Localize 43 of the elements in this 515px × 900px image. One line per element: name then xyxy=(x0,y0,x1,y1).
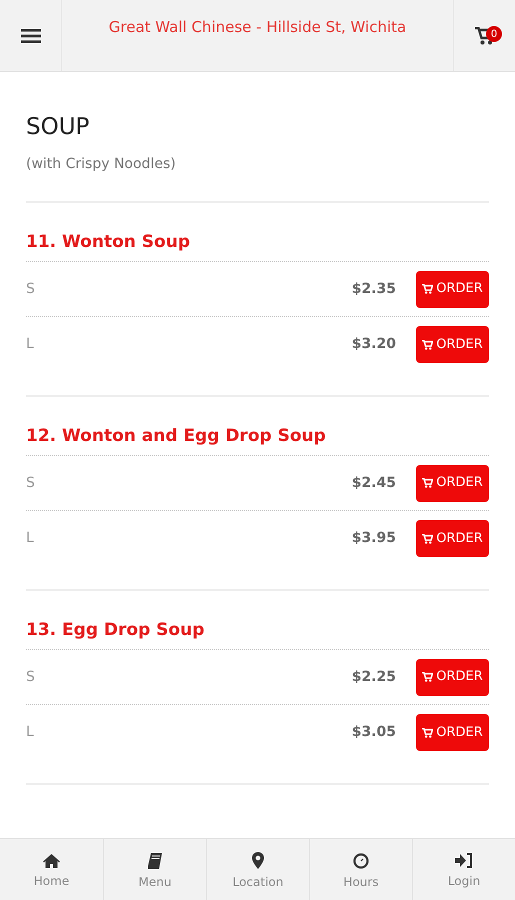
cart-icon xyxy=(422,284,434,294)
book-icon xyxy=(147,852,163,868)
nav-tab[interactable]: Location xyxy=(206,839,309,900)
price: $3.95 xyxy=(352,529,396,548)
order-button[interactable]: ORDER xyxy=(416,464,489,502)
map-pin-icon xyxy=(252,852,264,869)
dish-name: 11. Wonton Soup xyxy=(26,229,489,262)
nav-tab[interactable]: Menu xyxy=(103,839,206,900)
price: $3.20 xyxy=(352,335,396,354)
cart-icon xyxy=(422,728,434,738)
cart-button[interactable]: 0 xyxy=(453,0,515,71)
sign-in-icon xyxy=(455,853,473,868)
price: $2.25 xyxy=(352,668,396,686)
restaurant-title: Great Wall Chinese - Hillside St, Wichita xyxy=(108,17,406,38)
cart-icon xyxy=(422,672,434,682)
dish-name: 13. Egg Drop Soup xyxy=(26,617,489,650)
cart-icon xyxy=(422,534,434,544)
order-button[interactable]: ORDER xyxy=(416,658,489,696)
dish-name: 12. Wonton and Egg Drop Soup xyxy=(26,423,489,456)
size-label: S xyxy=(26,668,36,686)
menu-icon xyxy=(20,28,40,44)
size-label: S xyxy=(26,280,36,298)
category-title: SOUP xyxy=(26,113,90,142)
order-button[interactable]: ORDER xyxy=(416,714,489,751)
cart-icon xyxy=(422,340,434,350)
nav-tab[interactable]: Home xyxy=(0,839,103,900)
order-button[interactable]: ORDER xyxy=(416,326,489,363)
price: $2.45 xyxy=(352,474,396,492)
size-label: S xyxy=(26,474,36,492)
order-button[interactable]: ORDER xyxy=(416,520,489,557)
cart-count-badge: 0 xyxy=(486,26,502,42)
price: $3.05 xyxy=(352,723,396,742)
nav-tab[interactable]: Login xyxy=(412,839,515,900)
cart-icon xyxy=(422,478,434,488)
clock-icon xyxy=(353,852,369,868)
nav-tab[interactable]: Hours xyxy=(309,839,412,900)
size-label: L xyxy=(26,529,35,548)
home-icon xyxy=(43,854,60,868)
category-subtitle: (with Crispy Noodles) xyxy=(26,154,489,203)
price: $2.35 xyxy=(352,280,396,298)
size-label: L xyxy=(26,335,35,354)
order-button[interactable]: ORDER xyxy=(416,270,489,308)
size-label: L xyxy=(26,723,35,742)
